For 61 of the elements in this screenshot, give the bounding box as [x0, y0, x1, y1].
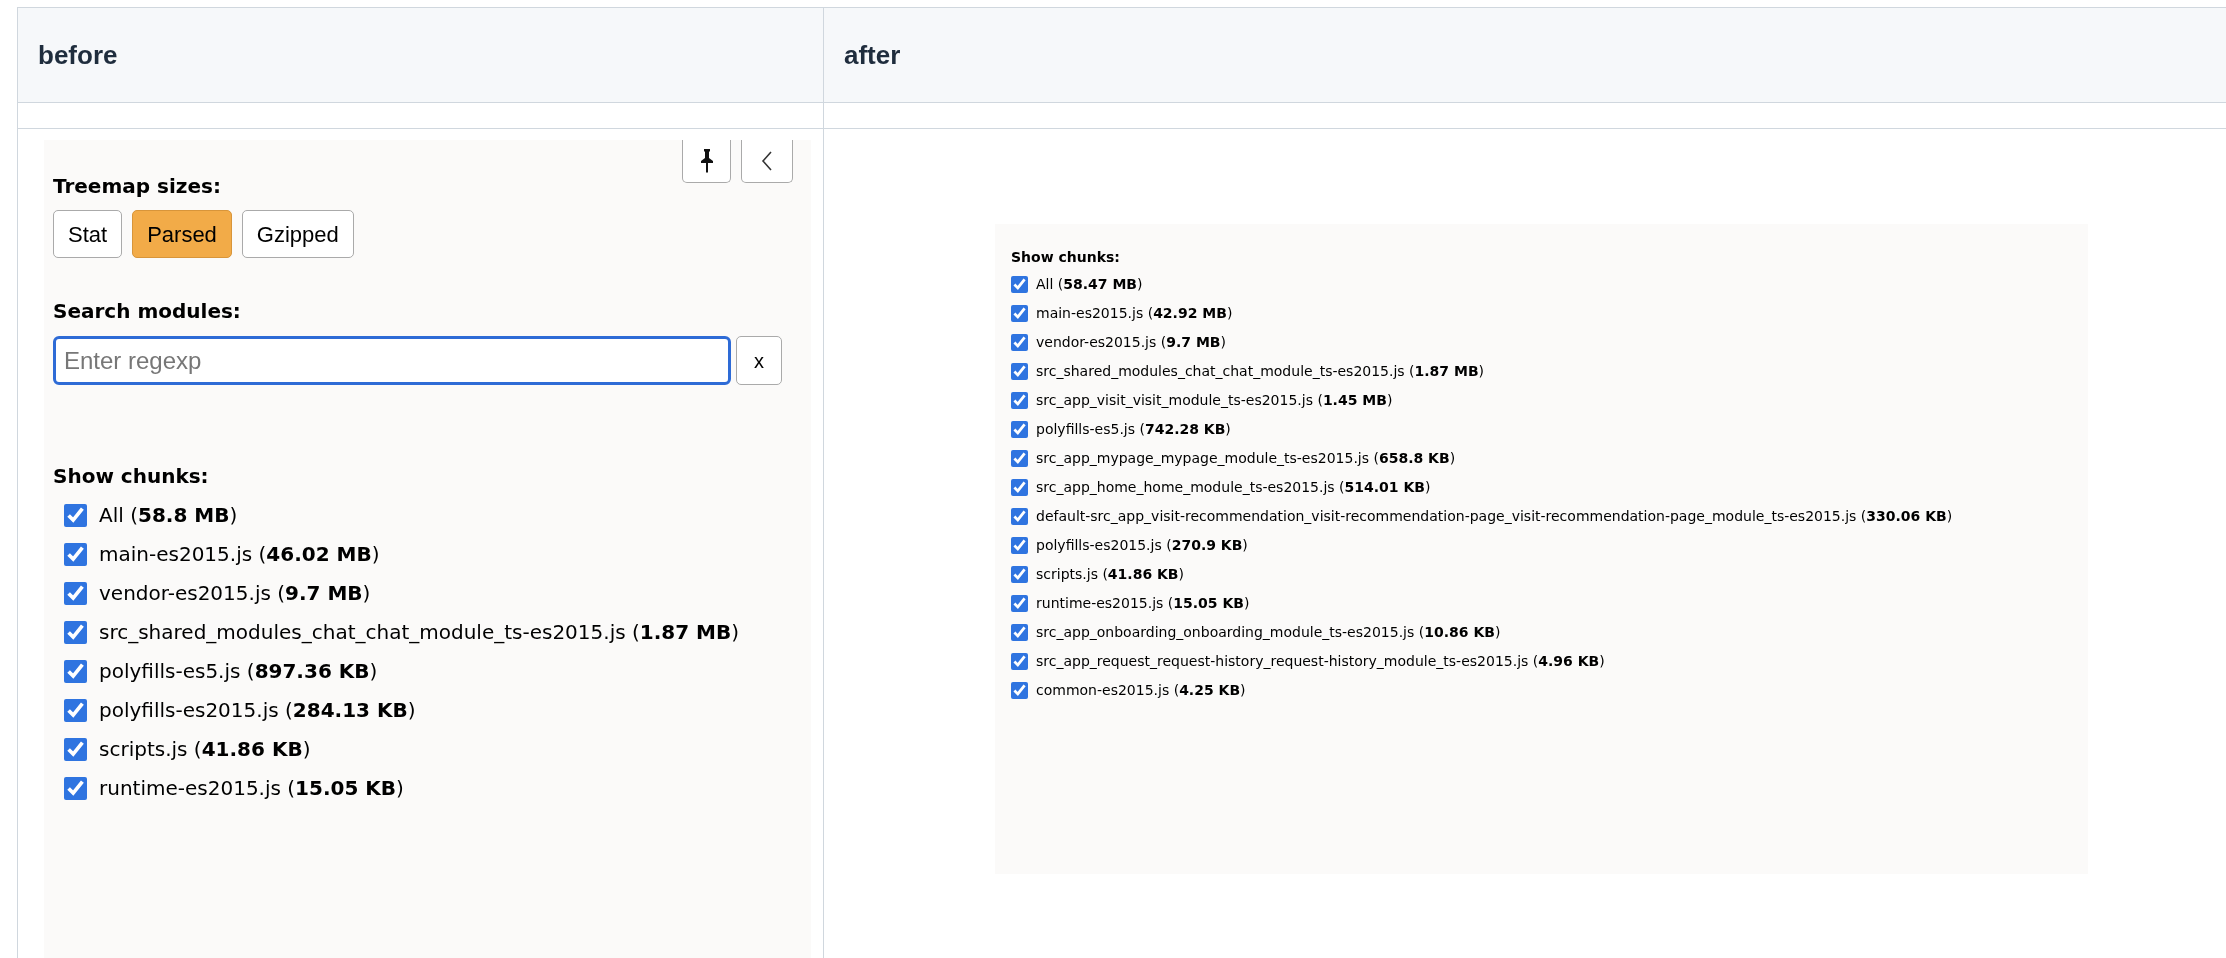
chunk-label: polyfills-es5.js (742.28 KB): [1036, 420, 1231, 439]
chunk-checkbox[interactable]: [64, 504, 87, 527]
chunk-label: scripts.js (41.86 KB): [99, 736, 311, 763]
chunk-label: main-es2015.js (42.92 MB): [1036, 304, 1233, 323]
size-toggle[interactable]: Stat: [53, 210, 123, 258]
clear-button[interactable]: x: [736, 336, 782, 385]
chunk-checkbox[interactable]: [64, 738, 87, 761]
chunk-checkbox[interactable]: [1011, 276, 1028, 293]
chunk-label: src_app_request_request-history_request-history_module_ts-es2015.js (4.96 KB): [1036, 652, 1605, 671]
chunk-checkbox[interactable]: [1011, 537, 1028, 554]
chunk-label: src_app_onboarding_onboarding_module_ts-es2015.js (10.86 KB): [1036, 623, 1501, 642]
pin-button[interactable]: [682, 140, 731, 183]
column-header: before: [38, 38, 118, 72]
chunk-label: src_app_mypage_mypage_module_ts-es2015.js (658.8 KB): [1036, 449, 1456, 468]
chunk-checkbox[interactable]: [1011, 392, 1028, 409]
chunk-checkbox[interactable]: [1011, 421, 1028, 438]
chunk-label: src_app_visit_visit_module_ts-es2015.js (1.45 MB): [1036, 391, 1393, 410]
chunk-checkbox[interactable]: [1011, 508, 1028, 525]
chunk-checkbox[interactable]: [1011, 595, 1028, 612]
section-label: Treemap sizes:: [53, 173, 222, 199]
chunk-label: default-src_app_visit-recommendation_visit-recommendation-page_visit-recommendation-page_module_ts-es2015.js (330.06 KB): [1036, 507, 1953, 526]
chunk-label: vendor-es2015.js (9.7 MB): [99, 580, 371, 607]
section-label: Show chunks:: [53, 463, 210, 489]
chunk-label: All (58.8 MB): [99, 502, 238, 529]
chunk-label: polyfills-es2015.js (270.9 KB): [1036, 536, 1248, 555]
chevron-left-icon: [761, 151, 773, 171]
section-label: Search modules:: [53, 298, 242, 324]
chunk-label: polyfills-es5.js (897.36 KB): [99, 658, 378, 685]
size-toggle[interactable]: Parsed: [132, 210, 232, 258]
chunk-checkbox[interactable]: [1011, 305, 1028, 322]
section-label: Show chunks:: [1011, 248, 1121, 266]
chunk-checkbox[interactable]: [1011, 653, 1028, 670]
chunk-checkbox[interactable]: [1011, 334, 1028, 351]
search-field[interactable]: Enter regexp: [53, 336, 731, 385]
chunk-checkbox[interactable]: [64, 777, 87, 800]
chunk-checkbox[interactable]: [1011, 682, 1028, 699]
pin-icon: [700, 149, 713, 173]
collapse-button[interactable]: [741, 140, 793, 183]
size-toggle[interactable]: Gzipped: [241, 210, 354, 258]
chunk-label: vendor-es2015.js (9.7 MB): [1036, 333, 1226, 352]
chunk-label: common-es2015.js (4.25 KB): [1036, 681, 1246, 700]
chunk-checkbox[interactable]: [64, 582, 87, 605]
chunk-checkbox[interactable]: [64, 621, 87, 644]
chunk-label: All (58.47 MB): [1036, 275, 1143, 294]
chunk-label: runtime-es2015.js (15.05 KB): [1036, 594, 1250, 613]
chunk-label: src_shared_modules_chat_chat_module_ts-es2015.js (1.87 MB): [99, 619, 740, 646]
chunk-checkbox[interactable]: [1011, 624, 1028, 641]
chunk-checkbox[interactable]: [1011, 566, 1028, 583]
chunk-label: src_shared_modules_chat_chat_module_ts-es2015.js (1.87 MB): [1036, 362, 1485, 381]
chunk-label: polyfills-es2015.js (284.13 KB): [99, 697, 416, 724]
chunk-label: src_app_home_home_module_ts-es2015.js (514.01 KB): [1036, 478, 1431, 497]
chunk-checkbox[interactable]: [1011, 479, 1028, 496]
chunk-checkbox[interactable]: [64, 660, 87, 683]
column-header: after: [844, 38, 901, 72]
chunk-checkbox[interactable]: [64, 543, 87, 566]
chunk-label: main-es2015.js (46.02 MB): [99, 541, 380, 568]
chunk-checkbox[interactable]: [1011, 450, 1028, 467]
chunk-label: scripts.js (41.86 KB): [1036, 565, 1184, 584]
chunk-checkbox[interactable]: [1011, 363, 1028, 380]
chunk-checkbox[interactable]: [64, 699, 87, 722]
chunk-label: runtime-es2015.js (15.05 KB): [99, 775, 404, 802]
